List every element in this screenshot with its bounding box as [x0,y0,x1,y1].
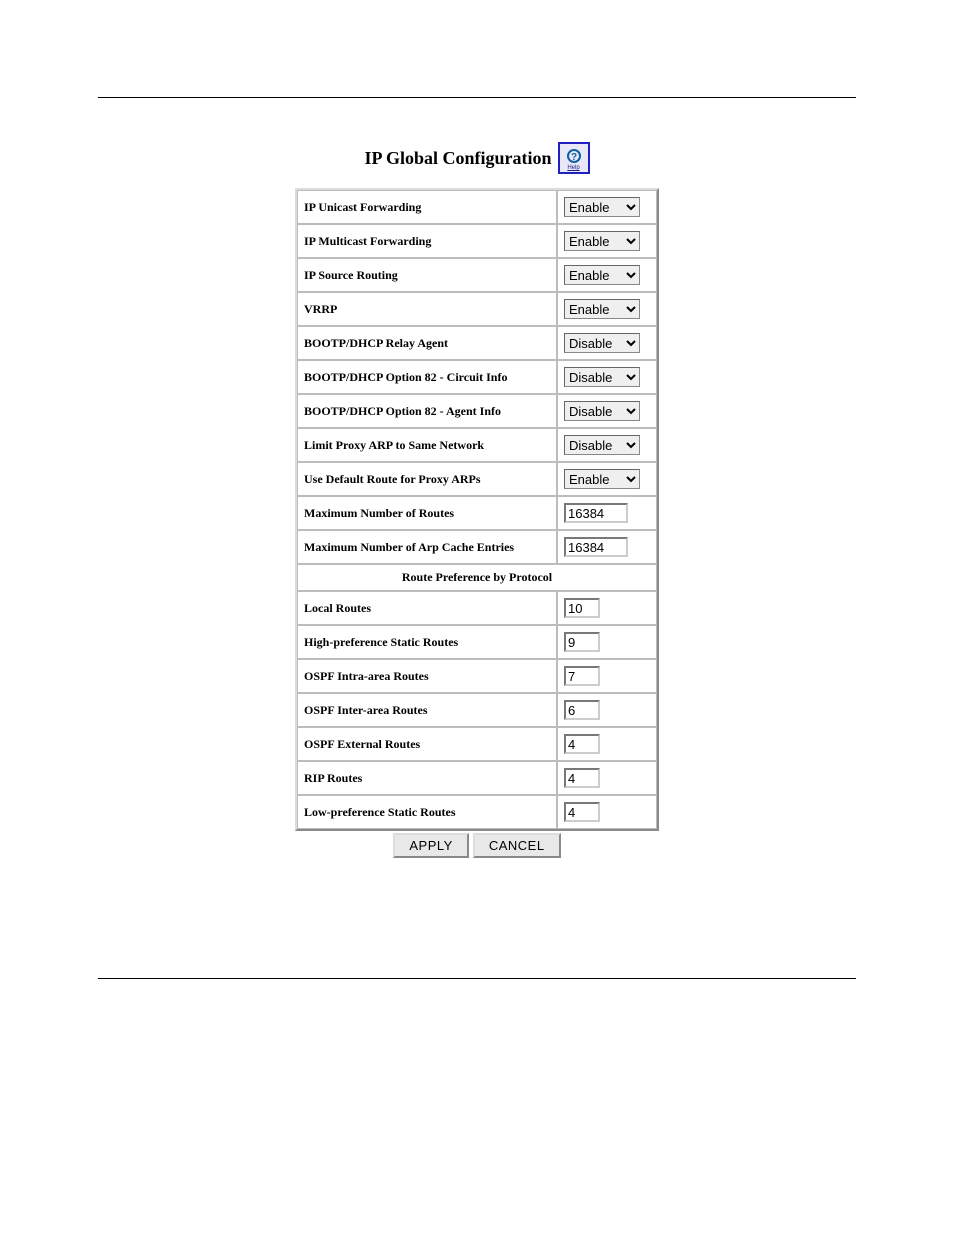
row-label: Low-preference Static Routes [297,795,557,829]
table-row: IP Multicast Forwarding Enable [297,224,657,258]
table-row: BOOTP/DHCP Option 82 - Circuit Info Disa… [297,360,657,394]
table-row: VRRP Enable [297,292,657,326]
cancel-button[interactable]: CANCEL [473,833,561,858]
table-row: RIP Routes [297,761,657,795]
table-row: Route Preference by Protocol [297,564,657,591]
ospf-inter-input[interactable] [564,700,600,720]
table-row: IP Source Routing Enable [297,258,657,292]
vrrp-select[interactable]: Enable [564,299,640,319]
use-default-route-proxy-arps-select[interactable]: Enable [564,469,640,489]
ospf-intra-input[interactable] [564,666,600,686]
table-row: Limit Proxy ARP to Same Network Disable [297,428,657,462]
row-label: VRRP [297,292,557,326]
row-label: IP Unicast Forwarding [297,190,557,224]
row-label: Maximum Number of Routes [297,496,557,530]
row-label: BOOTP/DHCP Option 82 - Circuit Info [297,360,557,394]
table-row: High-preference Static Routes [297,625,657,659]
row-label: RIP Routes [297,761,557,795]
row-label: Local Routes [297,591,557,625]
bootp-dhcp-relay-agent-select[interactable]: Disable [564,333,640,353]
row-label: OSPF Intra-area Routes [297,659,557,693]
ip-unicast-forwarding-select[interactable]: Enable [564,197,640,217]
limit-proxy-arp-select[interactable]: Disable [564,435,640,455]
table-row: Local Routes [297,591,657,625]
ospf-external-input[interactable] [564,734,600,754]
table-row: OSPF Intra-area Routes [297,659,657,693]
table-row: BOOTP/DHCP Relay Agent Disable [297,326,657,360]
low-pref-static-input[interactable] [564,802,600,822]
table-row: Maximum Number of Routes [297,496,657,530]
row-label: BOOTP/DHCP Relay Agent [297,326,557,360]
max-arp-cache-input[interactable] [564,537,628,557]
high-pref-static-input[interactable] [564,632,600,652]
bootp-dhcp-opt82-circuit-select[interactable]: Disable [564,367,640,387]
table-row: Low-preference Static Routes [297,795,657,829]
table-row: BOOTP/DHCP Option 82 - Agent Info Disabl… [297,394,657,428]
table-row: IP Unicast Forwarding Enable [297,190,657,224]
row-label: Limit Proxy ARP to Same Network [297,428,557,462]
ip-multicast-forwarding-select[interactable]: Enable [564,231,640,251]
max-routes-input[interactable] [564,503,628,523]
page-title: IP Global Configuration [364,148,551,169]
help-icon[interactable]: ? Help [558,142,590,174]
table-row: Maximum Number of Arp Cache Entries [297,530,657,564]
row-label: Use Default Route for Proxy ARPs [297,462,557,496]
row-label: BOOTP/DHCP Option 82 - Agent Info [297,394,557,428]
rip-routes-input[interactable] [564,768,600,788]
local-routes-input[interactable] [564,598,600,618]
row-label: High-preference Static Routes [297,625,557,659]
table-row: OSPF External Routes [297,727,657,761]
row-label: IP Multicast Forwarding [297,224,557,258]
ip-source-routing-select[interactable]: Enable [564,265,640,285]
bootp-dhcp-opt82-agent-select[interactable]: Disable [564,401,640,421]
config-table: IP Unicast Forwarding Enable IP Multicas… [295,188,659,831]
svg-text:?: ? [570,152,576,163]
row-label: Maximum Number of Arp Cache Entries [297,530,557,564]
row-label: OSPF External Routes [297,727,557,761]
table-row: Use Default Route for Proxy ARPs Enable [297,462,657,496]
table-row: OSPF Inter-area Routes [297,693,657,727]
apply-button[interactable]: APPLY [393,833,468,858]
help-icon-label: Help [560,165,588,171]
section-header: Route Preference by Protocol [297,564,657,591]
row-label: OSPF Inter-area Routes [297,693,557,727]
row-label: IP Source Routing [297,258,557,292]
